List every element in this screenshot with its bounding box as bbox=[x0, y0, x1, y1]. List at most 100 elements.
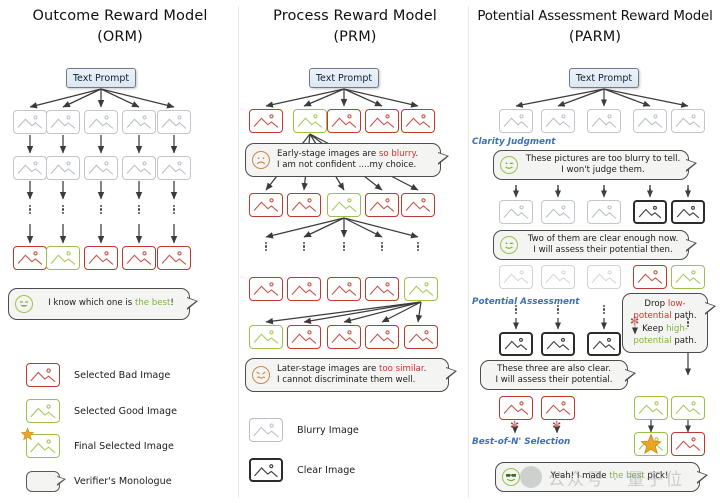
parm-good-card[interactable] bbox=[671, 265, 705, 289]
bubble-tail-icon bbox=[625, 369, 636, 382]
orm-final-good-card[interactable] bbox=[46, 246, 80, 270]
column-orm: Outcome Reward Model (ORM) Text Prompt I… bbox=[0, 0, 240, 503]
parm-clear-card[interactable] bbox=[671, 200, 705, 224]
orm-image-card[interactable] bbox=[157, 110, 191, 134]
prm-ellipsis bbox=[342, 240, 346, 253]
orm-final-bad-card[interactable] bbox=[13, 246, 47, 270]
prm-top-suffix: . bbox=[415, 148, 419, 159]
prm-image-card[interactable] bbox=[365, 325, 399, 349]
orm-text-prompt[interactable]: Text Prompt bbox=[66, 68, 136, 88]
bubble-tail-icon bbox=[438, 152, 449, 165]
parm-clear-card[interactable] bbox=[541, 332, 575, 356]
orm-image-card[interactable] bbox=[46, 156, 80, 180]
column-prm: Process Reward Model (PRM) Text Prompt E… bbox=[240, 0, 470, 503]
prm-image-card[interactable] bbox=[249, 277, 283, 301]
prm-image-card[interactable] bbox=[327, 109, 361, 133]
potential-word-2: potential bbox=[633, 336, 672, 347]
parm-ellipsis bbox=[556, 183, 560, 196]
clear-image-card-icon bbox=[249, 458, 283, 482]
parm-clear-card[interactable] bbox=[499, 332, 533, 356]
parm-image-card[interactable] bbox=[541, 265, 575, 289]
parm-ellipsis bbox=[556, 303, 560, 316]
parm-image-card[interactable] bbox=[587, 200, 621, 224]
prm-bot-suffix: . bbox=[423, 363, 427, 374]
orm-title-line1: Outcome Reward Model bbox=[32, 8, 208, 24]
legend-label: Blurry Image bbox=[297, 424, 359, 436]
prm-text-prompt[interactable]: Text Prompt bbox=[309, 68, 379, 88]
prm-image-card[interactable] bbox=[249, 109, 283, 133]
orm-image-card[interactable] bbox=[122, 156, 156, 180]
prm-image-card[interactable] bbox=[327, 325, 361, 349]
sunglasses-face-icon bbox=[502, 468, 520, 486]
prm-image-card[interactable] bbox=[404, 277, 438, 301]
sad-face-icon bbox=[252, 151, 270, 169]
parm-clear-card[interactable] bbox=[633, 200, 667, 224]
parm-bad-card[interactable] bbox=[671, 432, 705, 456]
prm-image-card[interactable] bbox=[365, 109, 399, 133]
parm-good-card[interactable] bbox=[634, 396, 668, 420]
prm-image-card[interactable] bbox=[293, 109, 327, 133]
prm-image-card[interactable] bbox=[249, 193, 283, 217]
prm-bubble-early-stage: Early-stage images are so blurry. I am n… bbox=[245, 143, 449, 177]
prm-image-card[interactable] bbox=[327, 277, 361, 301]
prm-image-card[interactable] bbox=[404, 325, 438, 349]
legend-label: Selected Good Image bbox=[74, 405, 177, 417]
prm-image-card[interactable] bbox=[365, 277, 399, 301]
prm-image-card[interactable] bbox=[401, 109, 435, 133]
prm-image-card[interactable] bbox=[401, 193, 435, 217]
legend-label: Clear Image bbox=[297, 464, 356, 476]
parm-clear-card[interactable] bbox=[587, 332, 621, 356]
prm-title-line2: (PRM) bbox=[333, 29, 377, 45]
parm-bad-card[interactable] bbox=[633, 265, 667, 289]
orm-ellipsis bbox=[61, 203, 65, 216]
prm-image-card[interactable] bbox=[287, 277, 321, 301]
parm-final-text: Yeah! I made the best pick! bbox=[520, 471, 699, 482]
final-suffix: pick! bbox=[644, 471, 669, 482]
prm-title-line1: Process Reward Model bbox=[273, 8, 437, 24]
parm-image-card[interactable] bbox=[499, 265, 533, 289]
prm-image-card[interactable] bbox=[287, 193, 321, 217]
parm-image-card[interactable] bbox=[587, 265, 621, 289]
orm-final-bad-card[interactable] bbox=[157, 246, 191, 270]
orm-ellipsis bbox=[172, 203, 176, 216]
final-prefix: Yeah! I made bbox=[550, 471, 610, 482]
orm-final-bad-card[interactable] bbox=[122, 246, 156, 270]
final-image-card-icon bbox=[20, 427, 60, 458]
prm-image-card[interactable] bbox=[287, 325, 321, 349]
orm-image-card[interactable] bbox=[84, 110, 118, 134]
parm-bubble-clarity-text: These pictures are too blurry to tell. I… bbox=[518, 154, 688, 177]
orm-image-card[interactable] bbox=[122, 110, 156, 134]
parm-twoclear-line1: Two of them are clear enough now. bbox=[527, 233, 679, 244]
parm-image-card[interactable] bbox=[499, 109, 533, 133]
orm-image-card[interactable] bbox=[157, 156, 191, 180]
orm-image-card[interactable] bbox=[13, 156, 47, 180]
orm-image-card[interactable] bbox=[13, 110, 47, 134]
prm-bubble-later-stage: Later-stage images are too similar. I ca… bbox=[245, 358, 457, 392]
parm-bad-card[interactable] bbox=[541, 396, 575, 420]
orm-image-card[interactable] bbox=[84, 156, 118, 180]
orm-verifier-bubble: I know which one is the best! bbox=[8, 288, 198, 320]
column-divider bbox=[468, 6, 469, 498]
parm-clarity-line1: These pictures are too blurry to tell. bbox=[525, 153, 681, 164]
parm-image-card[interactable] bbox=[541, 200, 575, 224]
parm-image-card[interactable] bbox=[499, 200, 533, 224]
parm-text-prompt[interactable]: Text Prompt bbox=[569, 68, 639, 88]
prm-ellipsis bbox=[380, 240, 384, 253]
parm-image-card[interactable] bbox=[587, 109, 621, 133]
parm-image-card[interactable] bbox=[633, 109, 667, 133]
parm-final-selected-card[interactable] bbox=[634, 432, 668, 456]
prm-image-card[interactable] bbox=[365, 193, 399, 217]
path-word-2: path. bbox=[671, 336, 697, 347]
orm-final-bad-card[interactable] bbox=[84, 246, 118, 270]
prm-image-card[interactable] bbox=[249, 325, 283, 349]
prm-image-card[interactable] bbox=[327, 193, 361, 217]
parm-image-card[interactable] bbox=[671, 109, 705, 133]
orm-bubble-suffix: ! bbox=[170, 298, 174, 309]
bubble-tail-icon bbox=[446, 367, 457, 380]
parm-good-card[interactable] bbox=[671, 396, 705, 420]
orm-image-card[interactable] bbox=[46, 110, 80, 134]
parm-bad-card[interactable] bbox=[499, 396, 533, 420]
parm-ellipsis bbox=[514, 303, 518, 316]
speech-bubble-icon bbox=[26, 471, 66, 492]
parm-image-card[interactable] bbox=[541, 109, 575, 133]
